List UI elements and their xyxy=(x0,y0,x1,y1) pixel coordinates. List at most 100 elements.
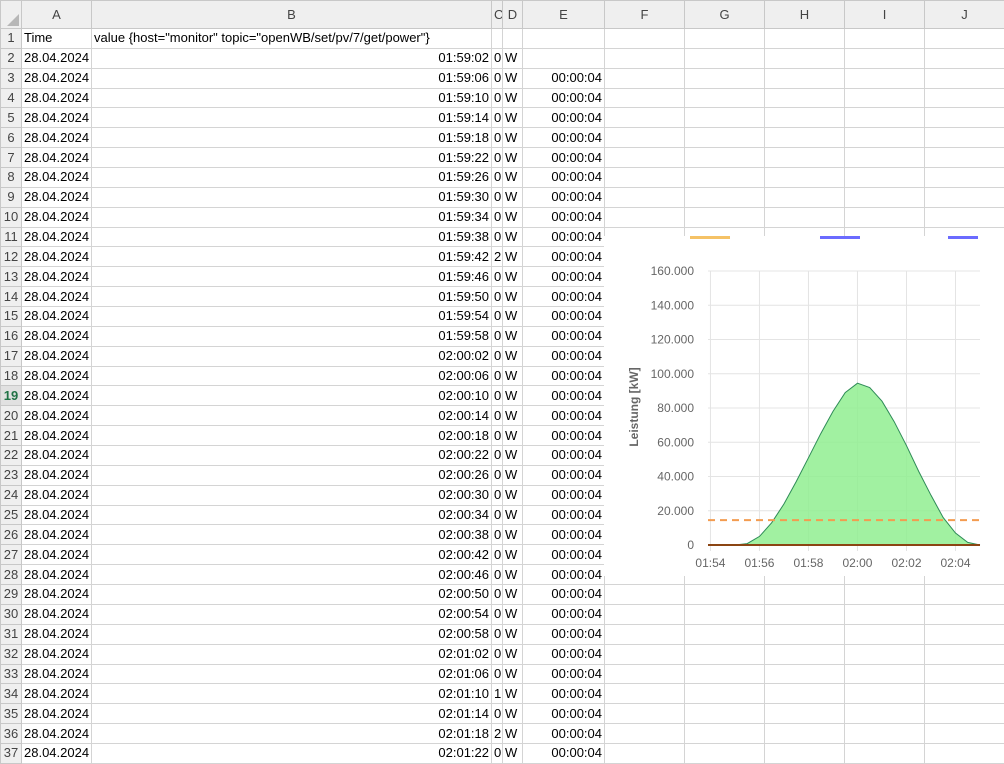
cell-i[interactable] xyxy=(844,643,925,665)
cell-h[interactable] xyxy=(764,663,845,685)
cell-time[interactable]: 01:59:38 xyxy=(91,226,492,248)
cell-d1[interactable] xyxy=(502,28,523,49)
cell-time[interactable]: 01:59:02 xyxy=(91,47,492,69)
cell-i[interactable] xyxy=(844,603,925,625)
cell-delta[interactable]: 00:00:04 xyxy=(522,186,605,208)
column-header-j[interactable]: J xyxy=(924,0,1004,29)
cell-date[interactable]: 28.04.2024 xyxy=(21,464,92,486)
cell-date[interactable]: 28.04.2024 xyxy=(21,127,92,149)
cell-i[interactable] xyxy=(844,742,925,764)
cell-date[interactable]: 28.04.2024 xyxy=(21,47,92,69)
cell-i[interactable] xyxy=(844,47,925,69)
row-header[interactable]: 3 xyxy=(0,67,22,89)
cell-value[interactable]: 0 xyxy=(491,564,503,586)
cell-g1[interactable] xyxy=(684,28,765,49)
cell-delta[interactable]: 00:00:04 xyxy=(522,345,605,367)
cell-i[interactable] xyxy=(844,683,925,705)
cell-f[interactable] xyxy=(604,623,685,645)
cell-f[interactable] xyxy=(604,584,685,605)
cell-date[interactable]: 28.04.2024 xyxy=(21,246,92,268)
cell-unit[interactable]: W xyxy=(502,47,523,69)
cell-unit[interactable]: W xyxy=(502,365,523,387)
row-header[interactable]: 29 xyxy=(0,584,22,605)
cell-value[interactable]: 0 xyxy=(491,226,503,248)
row-header[interactable]: 31 xyxy=(0,623,22,645)
cell-delta[interactable]: 00:00:04 xyxy=(522,246,605,268)
cell-value[interactable]: 0 xyxy=(491,623,503,645)
column-header-h[interactable]: H xyxy=(764,0,845,29)
column-header-d[interactable]: D xyxy=(502,0,523,29)
cell-time[interactable]: 02:01:02 xyxy=(91,643,492,665)
cell-j[interactable] xyxy=(924,584,1004,605)
cell-i[interactable] xyxy=(844,703,925,725)
cell-j[interactable] xyxy=(924,663,1004,685)
cell-j[interactable] xyxy=(924,127,1004,149)
cell-time[interactable]: 02:00:02 xyxy=(91,345,492,367)
cell-unit[interactable]: W xyxy=(502,246,523,268)
cell-value[interactable]: 2 xyxy=(491,723,503,744)
cell-unit[interactable]: W xyxy=(502,742,523,764)
cell-delta[interactable]: 00:00:04 xyxy=(522,544,605,566)
row-header[interactable]: 9 xyxy=(0,186,22,208)
cell-date[interactable]: 28.04.2024 xyxy=(21,325,92,347)
cell-unit[interactable]: W xyxy=(502,286,523,308)
cell-date[interactable]: 28.04.2024 xyxy=(21,643,92,665)
cell-value[interactable]: 0 xyxy=(491,107,503,129)
cell-j[interactable] xyxy=(924,206,1004,228)
cell-f[interactable] xyxy=(604,723,685,744)
cell-delta[interactable]: 00:00:04 xyxy=(522,206,605,228)
cell-i[interactable] xyxy=(844,127,925,149)
cell-time[interactable]: 01:59:42 xyxy=(91,246,492,268)
row-header[interactable]: 18 xyxy=(0,365,22,387)
cell-h1[interactable] xyxy=(764,28,845,49)
cell-j[interactable] xyxy=(924,87,1004,109)
cell-f[interactable] xyxy=(604,643,685,665)
cell-h[interactable] xyxy=(764,147,845,169)
cell-time[interactable]: 02:00:26 xyxy=(91,464,492,486)
cell-value[interactable]: 0 xyxy=(491,445,503,466)
cell-i[interactable] xyxy=(844,167,925,188)
cell-f[interactable] xyxy=(604,603,685,625)
cell-f[interactable] xyxy=(604,167,685,188)
cell-j[interactable] xyxy=(924,683,1004,705)
cell-unit[interactable]: W xyxy=(502,405,523,427)
cell-delta[interactable]: 00:00:04 xyxy=(522,464,605,486)
column-header-f[interactable]: F xyxy=(604,0,685,29)
cell-time[interactable]: 02:00:14 xyxy=(91,405,492,427)
cell-unit[interactable]: W xyxy=(502,107,523,129)
cell-h[interactable] xyxy=(764,127,845,149)
cell-date[interactable]: 28.04.2024 xyxy=(21,623,92,645)
cell-delta[interactable]: 00:00:04 xyxy=(522,127,605,149)
cell-date[interactable]: 28.04.2024 xyxy=(21,385,92,407)
cell-date[interactable]: 28.04.2024 xyxy=(21,405,92,427)
row-header[interactable]: 27 xyxy=(0,544,22,566)
cell-g[interactable] xyxy=(684,584,765,605)
cell-delta[interactable]: 00:00:04 xyxy=(522,425,605,447)
cell-time[interactable]: 01:59:54 xyxy=(91,306,492,327)
cell-date[interactable]: 28.04.2024 xyxy=(21,723,92,744)
cell-j[interactable] xyxy=(924,742,1004,764)
cell-j[interactable] xyxy=(924,147,1004,169)
column-header-a[interactable]: A xyxy=(21,0,92,29)
cell-unit[interactable]: W xyxy=(502,683,523,705)
cell-unit[interactable]: W xyxy=(502,623,523,645)
column-header-c[interactable]: C xyxy=(491,0,503,29)
cell-h[interactable] xyxy=(764,206,845,228)
row-header[interactable]: 32 xyxy=(0,643,22,665)
cell-delta[interactable]: 00:00:04 xyxy=(522,445,605,466)
cell-a1[interactable]: Time xyxy=(21,28,92,49)
row-header[interactable]: 36 xyxy=(0,723,22,744)
cell-value[interactable]: 0 xyxy=(491,405,503,427)
row-header[interactable]: 37 xyxy=(0,742,22,764)
cell-unit[interactable]: W xyxy=(502,544,523,566)
row-header[interactable]: 25 xyxy=(0,504,22,526)
column-header-g[interactable]: G xyxy=(684,0,765,29)
cell-unit[interactable]: W xyxy=(502,127,523,149)
cell-time[interactable]: 02:00:30 xyxy=(91,484,492,506)
cell-i[interactable] xyxy=(844,107,925,129)
cell-time[interactable]: 02:01:18 xyxy=(91,723,492,744)
cell-delta[interactable]: 00:00:04 xyxy=(522,306,605,327)
cell-g[interactable] xyxy=(684,47,765,69)
cell-f[interactable] xyxy=(604,47,685,69)
cell-unit[interactable]: W xyxy=(502,603,523,625)
